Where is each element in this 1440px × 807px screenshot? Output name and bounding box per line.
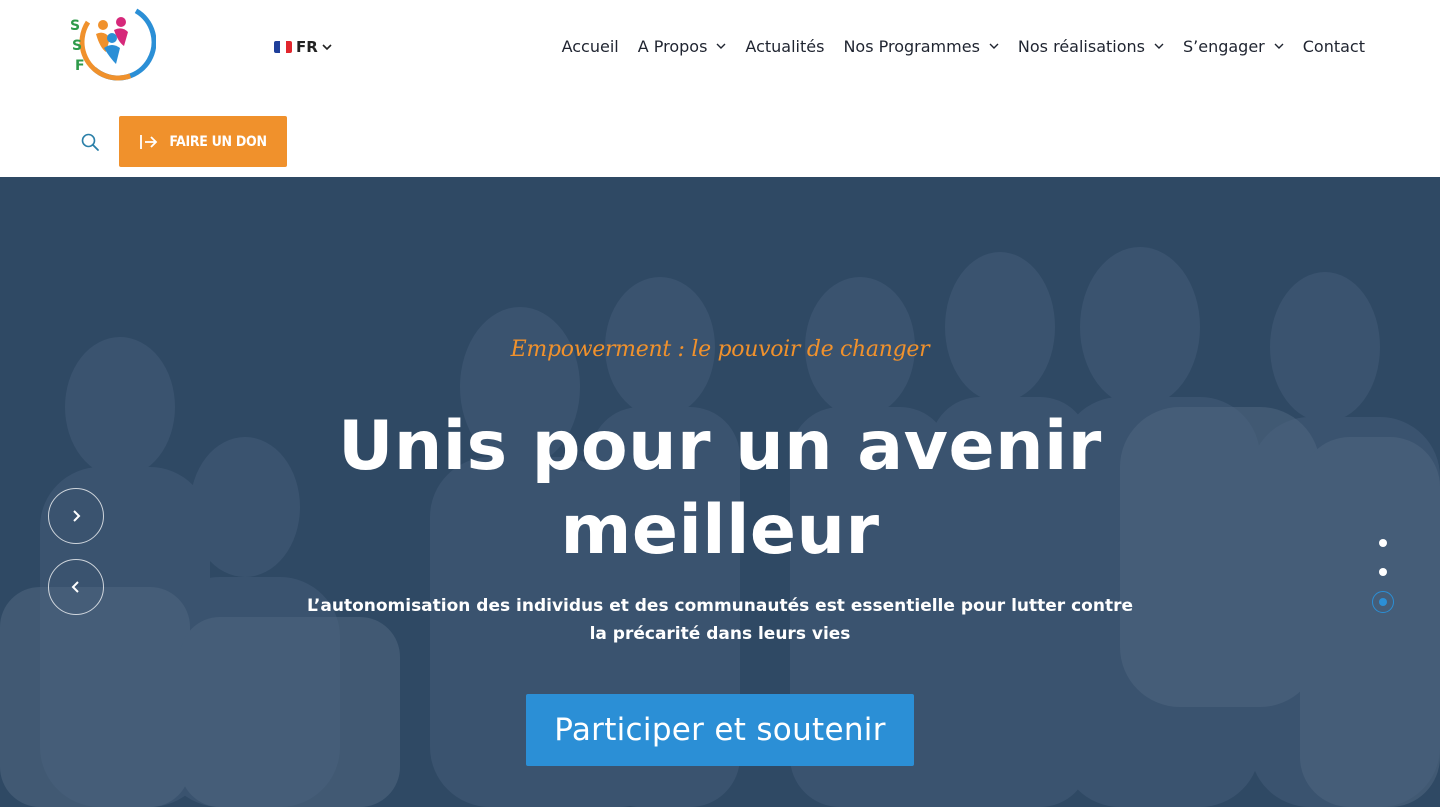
nav-item-label: A Propos: [637, 36, 708, 56]
chevron-down-icon: [1274, 43, 1284, 49]
slider-prev-button[interactable]: [48, 559, 104, 615]
nav-item-nos-programmes[interactable]: Nos Programmes: [843, 36, 999, 56]
nav-item-a-propos[interactable]: A Propos: [638, 37, 727, 56]
nav-item-actualites[interactable]: Actualités: [745, 37, 824, 56]
svg-text:F: F: [75, 58, 85, 74]
nav-item-label: Actualités: [745, 36, 825, 56]
nav-item-label: Contact: [1302, 36, 1365, 56]
france-flag-icon: [274, 41, 292, 53]
chevron-right-icon: [73, 510, 81, 522]
site-logo[interactable]: S S F: [66, 0, 156, 84]
slider-next-button[interactable]: [48, 488, 104, 544]
site-header: S S F FR Accueil A Propos Actualités Nos…: [0, 0, 1440, 177]
nav-item-s-engager[interactable]: S’engager: [1183, 37, 1284, 56]
svg-text:S: S: [70, 18, 80, 34]
hero-tagline: Empowerment : le pouvoir de changer: [510, 337, 930, 362]
hero-title: Unis pour un avenir meilleur: [338, 407, 1102, 570]
hero-slider: Empowerment : le pouvoir de changer Unis…: [0, 177, 1440, 807]
participate-label: Participer et soutenir: [554, 712, 886, 748]
search-icon[interactable]: [80, 132, 100, 152]
donate-button[interactable]: FAIRE UN DON: [119, 116, 287, 167]
donate-label: FAIRE UN DON: [169, 133, 267, 150]
slider-dot-3-active[interactable]: [1372, 591, 1394, 613]
language-selector[interactable]: FR: [274, 36, 332, 58]
hero-subtitle: L’autonomisation des individus et des co…: [306, 596, 1134, 644]
slider-pagination: [1371, 535, 1395, 617]
slider-dot-2[interactable]: [1379, 568, 1387, 576]
nav-item-nos-realisations[interactable]: Nos réalisations: [1018, 37, 1164, 56]
nav-item-label: Accueil: [561, 36, 619, 56]
chevron-left-icon: [71, 581, 79, 593]
chevron-down-icon: [1154, 43, 1164, 49]
chevron-down-icon: [322, 44, 332, 51]
svg-text:S: S: [72, 38, 82, 54]
nav-item-label: Nos réalisations: [1017, 36, 1145, 56]
participate-button[interactable]: Participer et soutenir: [526, 694, 914, 766]
arrow-right-bar-icon: [140, 134, 158, 149]
nav-item-label: Nos Programmes: [843, 36, 980, 56]
nav-item-contact[interactable]: Contact: [1303, 37, 1365, 56]
main-nav: Accueil A Propos Actualités Nos Programm…: [562, 32, 1365, 60]
chevron-down-icon: [716, 43, 726, 49]
language-code: FR: [296, 38, 318, 56]
slider-dot-1[interactable]: [1379, 539, 1387, 547]
nav-item-label: S’engager: [1182, 36, 1265, 56]
chevron-down-icon: [989, 43, 999, 49]
nav-item-accueil[interactable]: Accueil: [562, 37, 619, 56]
